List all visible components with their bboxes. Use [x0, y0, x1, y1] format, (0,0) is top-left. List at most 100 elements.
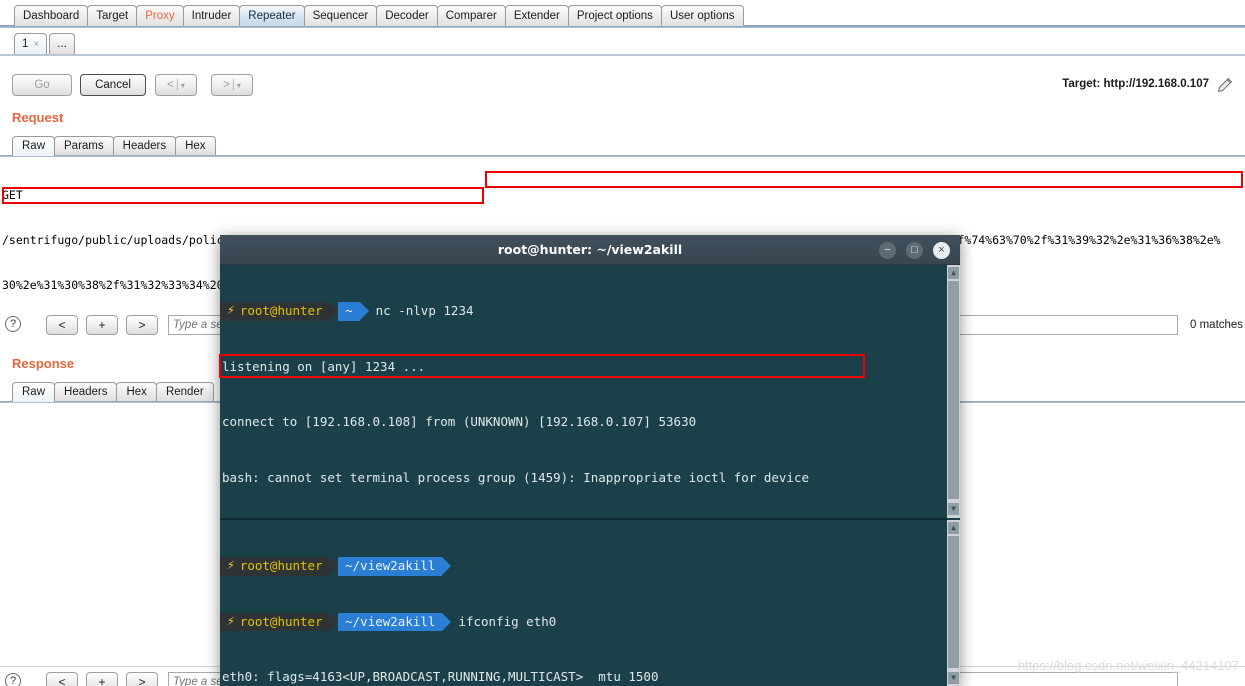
request-tab-hex[interactable]: Hex [175, 136, 216, 156]
window-controls: − □ × [879, 242, 950, 259]
terminal-scrollbar-top[interactable]: ▲ ▼ [947, 265, 960, 518]
repeater-tab-label: 1 [22, 38, 29, 50]
prompt-arrow-end-icon [442, 557, 452, 576]
lightning-bolt-icon: ⚡ [227, 613, 235, 629]
response-section-title: Response [12, 356, 75, 371]
repeater-action-row: Go Cancel < | ▾ > | ▾ Target: http://192… [0, 70, 1245, 100]
prompt-arrow-icon [329, 557, 339, 576]
question-mark-icon[interactable]: ? [5, 673, 21, 686]
cancel-button[interactable]: Cancel [80, 74, 146, 96]
prompt-arrow-icon [329, 302, 339, 321]
main-tab-repeater[interactable]: Repeater [239, 5, 305, 26]
prev-separator: | [175, 79, 179, 91]
repeater-tab-1[interactable]: 1 × [14, 33, 48, 55]
question-mark-icon[interactable]: ? [5, 316, 21, 332]
ifconfig-output-line: eth0: flags=4163<UP,BROADCAST,RUNNING,MU… [222, 669, 659, 684]
request-tabs-row: Raw Params Headers Hex [12, 135, 216, 156]
scroll-up-arrow-icon[interactable]: ▲ [948, 267, 959, 279]
main-tab-user-options[interactable]: User options [660, 5, 744, 26]
main-tab-decoder[interactable]: Decoder [376, 5, 438, 26]
search-add-button[interactable]: + [86, 315, 118, 335]
prompt-path-segment: ~/view2akill [338, 557, 443, 576]
repeater-tab-label: ... [57, 38, 67, 50]
repeater-tab-new[interactable]: ... [49, 33, 75, 55]
terminal-command: ifconfig eth0 [458, 613, 557, 629]
terminal-scrollbar-bottom[interactable]: ▲ ▼ [947, 520, 960, 686]
response-search-add-button[interactable]: + [86, 672, 118, 686]
response-tab-render[interactable]: Render [155, 382, 214, 402]
lightning-bolt-icon: ⚡ [227, 303, 235, 318]
scrollbar-thumb[interactable] [948, 281, 959, 499]
search-match-count: 0 matches [1190, 319, 1244, 331]
prompt-user-segment: ⚡ root@hunter [220, 612, 330, 631]
main-tab-bar: Dashboard Target Proxy Intruder Repeater Sequ… [0, 0, 1245, 28]
main-tab-extender[interactable]: Extender [504, 5, 569, 26]
search-next-button[interactable]: > [126, 315, 158, 335]
terminal-pane-top[interactable]: ⚡ root@hunter ~ nc -nlvp 1234 listening … [220, 265, 947, 596]
next-request-button[interactable]: > | ▾ [211, 74, 253, 96]
main-tab-intruder[interactable]: Intruder [182, 5, 241, 26]
close-icon[interactable]: × [933, 242, 950, 259]
pencil-icon[interactable] [1217, 77, 1233, 93]
request-tab-headers[interactable]: Headers [112, 136, 177, 156]
request-tab-params[interactable]: Params [54, 136, 114, 156]
response-tab-headers[interactable]: Headers [54, 382, 118, 402]
watermark: https://blog.csdn.net/weixin_44214107 [1017, 658, 1239, 673]
terminal-body[interactable]: ⚡ root@hunter ~ nc -nlvp 1234 listening … [220, 265, 960, 686]
main-tab-sequencer[interactable]: Sequencer [303, 5, 378, 26]
request-section-title: Request [12, 110, 64, 125]
maximize-icon[interactable]: □ [906, 242, 923, 259]
prompt-user-segment: ⚡ root@hunter [220, 557, 330, 576]
prev-arrow-icon: < [167, 79, 174, 91]
terminal-title-bar[interactable]: root@hunter: ~/view2akill − □ × [220, 235, 960, 265]
main-tab-dashboard[interactable]: Dashboard [14, 5, 89, 26]
prompt-arrow-end-icon [442, 612, 452, 631]
raw-line: GET [2, 188, 23, 202]
sub-tabbar-underline [0, 54, 1245, 56]
minimize-icon[interactable]: − [879, 242, 896, 259]
terminal-output-line: connect to [192.168.0.108] from (UNKNOWN… [222, 414, 697, 429]
target-label: Target: http://192.168.0.107 [1062, 78, 1209, 90]
main-tab-project-options[interactable]: Project options [567, 5, 662, 26]
terminal-window[interactable]: root@hunter: ~/view2akill − □ × ⚡ root@h… [220, 235, 960, 686]
main-tab-proxy[interactable]: Proxy [136, 5, 184, 26]
request-tab-raw[interactable]: Raw [12, 136, 56, 156]
prompt-arrow-end-icon [359, 302, 369, 321]
lightning-bolt-icon: ⚡ [227, 558, 235, 573]
terminal-output-line: listening on [any] 1234 ... [222, 358, 426, 374]
repeater-sub-tab-bar: 1 ×... [0, 29, 1245, 55]
response-tab-raw[interactable]: Raw [12, 382, 56, 402]
main-tabs-row: Dashboard Target Proxy Intruder Repeater Sequ… [0, 0, 1245, 26]
burp-suite-window: Dashboard Target Proxy Intruder Repeater Sequ… [0, 0, 1245, 686]
main-tab-comparer[interactable]: Comparer [436, 5, 506, 26]
close-tab-icon[interactable]: × [33, 34, 39, 55]
go-button[interactable]: Go [12, 74, 72, 96]
prompt-user-segment: ⚡ root@hunter [220, 302, 330, 321]
prompt-arrow-icon [329, 612, 339, 631]
repeater-tabs-row: 1 ×... [0, 29, 1245, 55]
terminal-prompt-line: ⚡ root@hunter ~ nc -nlvp 1234 [220, 302, 947, 321]
next-arrow-icon: > [223, 79, 230, 91]
scroll-down-arrow-icon[interactable]: ▼ [948, 672, 959, 684]
response-tabs-row: Raw Headers Hex Render [12, 381, 214, 402]
terminal-output-line: bash: cannot set terminal process group … [222, 469, 809, 485]
terminal-prompt-line-empty: ⚡ root@hunter ~/view2akill [220, 557, 947, 576]
response-search-prev-button[interactable]: < [46, 672, 78, 686]
response-tab-hex[interactable]: Hex [116, 382, 157, 402]
scrollbar-thumb[interactable] [948, 536, 959, 668]
search-prev-button[interactable]: < [46, 315, 78, 335]
next-separator: | [231, 79, 235, 91]
main-tab-target[interactable]: Target [87, 5, 138, 26]
prompt-user: root@hunter [239, 613, 323, 629]
scroll-down-arrow-icon[interactable]: ▼ [948, 503, 959, 515]
previous-request-button[interactable]: < | ▾ [155, 74, 197, 96]
terminal-command: nc -nlvp 1234 [375, 303, 474, 318]
terminal-prompt-line: ⚡ root@hunter ~/view2akill ifconfig eth0 [220, 612, 947, 631]
scroll-up-arrow-icon[interactable]: ▲ [948, 522, 959, 534]
response-search-next-button[interactable]: > [126, 672, 158, 686]
request-tabs-underline [0, 155, 1245, 157]
prompt-path-segment: ~/view2akill [338, 612, 443, 631]
terminal-pane-bottom[interactable]: ⚡ root@hunter ~/view2akill ⚡ root@hunter… [220, 520, 947, 686]
prompt-path-segment: ~ [338, 302, 360, 321]
prompt-user: root@hunter [239, 558, 323, 573]
